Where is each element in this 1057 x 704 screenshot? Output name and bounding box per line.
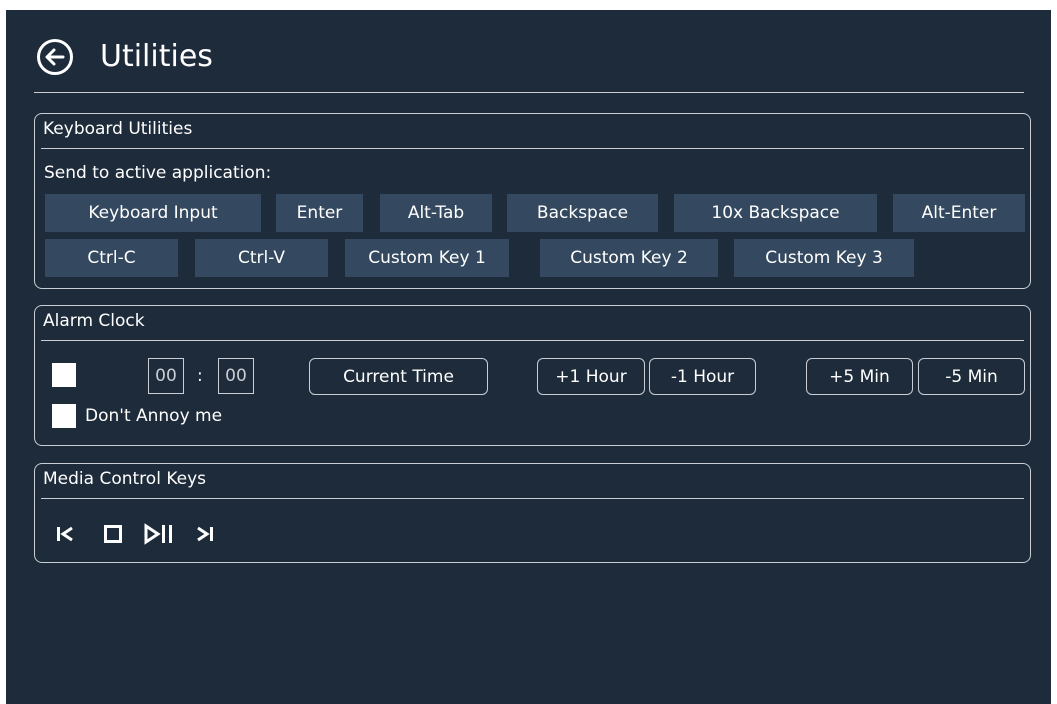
time-separator: : (197, 366, 203, 386)
header-divider (34, 92, 1024, 93)
page-header: Utilities (36, 38, 213, 76)
utilities-window: Utilities Keyboard Utilities Send to act… (6, 10, 1051, 704)
dont-annoy-label: Don't Annoy me (85, 406, 223, 426)
alarm-enabled-checkbox[interactable] (52, 363, 76, 387)
keyboard-utilities-panel: Keyboard Utilities Send to active applic… (34, 113, 1031, 289)
arrow-left-circle-icon (37, 39, 73, 75)
section-title: Keyboard Utilities (43, 119, 193, 139)
alt-tab-button[interactable]: Alt-Tab (380, 194, 492, 232)
ctrl-c-button[interactable]: Ctrl-C (45, 239, 178, 277)
keyboard-input-button[interactable]: Keyboard Input (45, 194, 261, 232)
section-divider (41, 498, 1024, 499)
minus-hour-button[interactable]: -1 Hour (649, 358, 756, 395)
plus-5-min-button[interactable]: +5 Min (806, 358, 913, 395)
section-title: Alarm Clock (43, 311, 145, 331)
stop-icon (104, 525, 122, 543)
next-track-icon (197, 526, 213, 542)
backspace-button[interactable]: Backspace (507, 194, 658, 232)
play-pause-icon (144, 523, 172, 545)
previous-track-icon (57, 526, 73, 542)
custom-key-2-button[interactable]: Custom Key 2 (540, 239, 718, 277)
dont-annoy-checkbox[interactable] (52, 404, 76, 428)
section-divider (41, 148, 1024, 149)
page-title: Utilities (100, 39, 213, 74)
stop-button[interactable] (101, 522, 125, 546)
10x-backspace-button[interactable]: 10x Backspace (674, 194, 877, 232)
alt-enter-button[interactable]: Alt-Enter (893, 194, 1025, 232)
minutes-field[interactable]: 00 (218, 358, 254, 394)
ctrl-v-button[interactable]: Ctrl-V (195, 239, 328, 277)
enter-button[interactable]: Enter (276, 194, 363, 232)
section-divider (41, 340, 1024, 341)
plus-hour-button[interactable]: +1 Hour (537, 358, 645, 395)
play-pause-button[interactable] (141, 522, 181, 546)
media-control-panel: Media Control Keys (34, 463, 1031, 563)
section-title: Media Control Keys (43, 469, 206, 489)
custom-key-1-button[interactable]: Custom Key 1 (345, 239, 509, 277)
next-track-button[interactable] (194, 522, 216, 546)
custom-key-3-button[interactable]: Custom Key 3 (734, 239, 914, 277)
hours-field[interactable]: 00 (148, 358, 184, 394)
minus-5-min-button[interactable]: -5 Min (918, 358, 1025, 395)
previous-track-button[interactable] (54, 522, 76, 546)
back-button[interactable] (36, 38, 74, 76)
current-time-button[interactable]: Current Time (309, 358, 488, 395)
send-to-label: Send to active application: (44, 163, 272, 183)
alarm-clock-panel: Alarm Clock 00 : 00 Current Time +1 Hour… (34, 305, 1031, 446)
